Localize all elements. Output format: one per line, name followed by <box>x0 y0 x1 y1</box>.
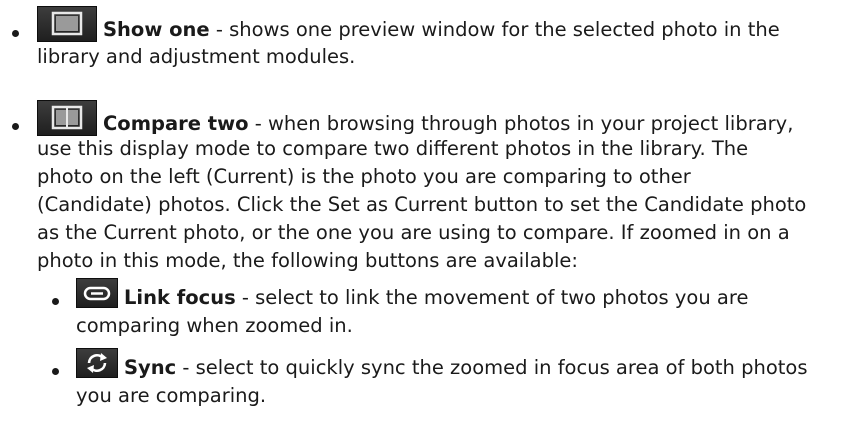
item-text: you are comparing. <box>76 384 267 407</box>
item-title: Compare two <box>103 112 249 135</box>
item-text: - select to link the movement of two pho… <box>235 286 749 309</box>
item-text: comparing when zoomed in. <box>76 314 353 337</box>
item-title: Link focus <box>124 286 236 309</box>
item-text: - when browsing through photos in your p… <box>248 112 794 135</box>
item-title: Sync <box>124 356 177 379</box>
link-icon <box>76 278 118 308</box>
item-text: use this display mode to compare two dif… <box>37 137 749 160</box>
sync-icon <box>76 348 118 378</box>
item-text: photo on the left (Current) is the photo… <box>37 165 691 188</box>
bullet <box>52 368 59 375</box>
document: Show one - shows one preview window for … <box>0 0 862 448</box>
item-text: as the Current photo, or the one you are… <box>37 221 790 244</box>
item-text: library and adjustment modules. <box>37 45 356 68</box>
item-text: - select to quickly sync the zoomed in f… <box>176 356 808 379</box>
bullet <box>52 298 59 305</box>
item-text: - shows one preview window for the selec… <box>209 18 780 41</box>
bullet <box>12 30 19 37</box>
item-title: Show one <box>103 18 210 41</box>
single-view-icon <box>37 6 97 42</box>
item-text: photo in this mode, the following button… <box>37 249 578 272</box>
item-text: (Candidate) photos. Click the Set as Cur… <box>37 193 807 216</box>
compare-view-icon <box>37 100 97 136</box>
bullet <box>12 123 19 130</box>
